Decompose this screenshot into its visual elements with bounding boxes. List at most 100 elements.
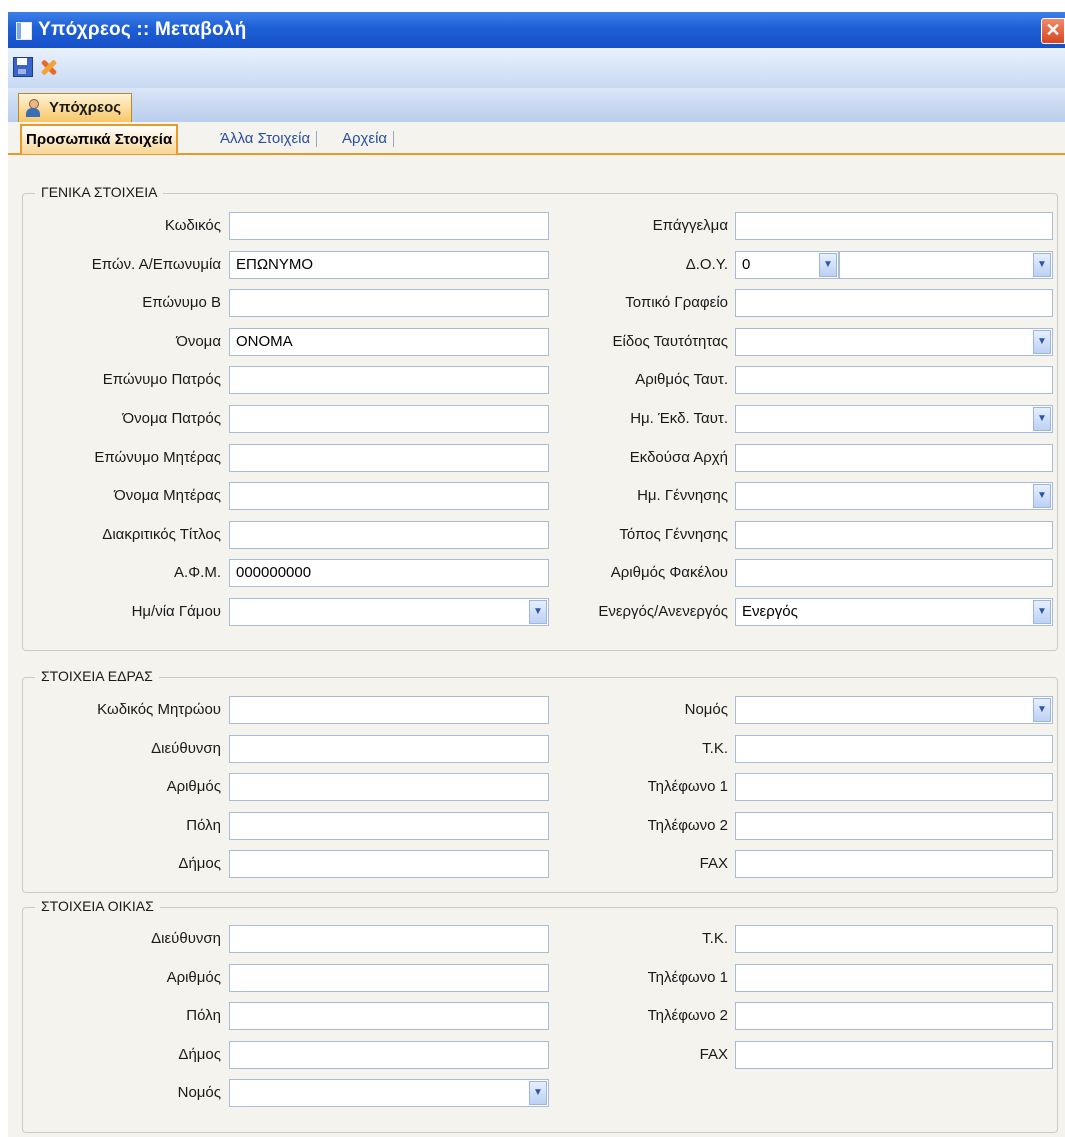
general-doy-code-select[interactable]: 0 ▼ [735, 250, 839, 279]
home-left-label-4: Νομός [177, 1084, 221, 1102]
general-right-label-5: Ημ. Έκδ. Ταυτ. [630, 410, 728, 427]
general-left-field-4[interactable] [229, 366, 549, 395]
home-right-field-3[interactable] [735, 1040, 1053, 1069]
general-right-field-0[interactable] [735, 212, 1053, 240]
home-left-label-2: Πόλη [186, 1007, 221, 1025]
home-right-label-0: Τ.Κ. [702, 930, 728, 947]
home-left-field-2[interactable] [229, 1002, 549, 1031]
seat-left-field-2[interactable] [229, 773, 549, 802]
home-left-field-3[interactable] [229, 1040, 549, 1069]
tab-other-info-label: Άλλα Στοιχεία [220, 130, 311, 147]
seat-right-field-1[interactable] [735, 734, 1053, 763]
general-doy-name-select[interactable]: ▼ [839, 250, 1053, 279]
tools-icon[interactable] [38, 56, 60, 78]
home-right-field-0[interactable] [735, 925, 1053, 953]
general-left-field-value-1: ΕΠΩΝΥΜΟ [236, 255, 314, 273]
general-right-label-8: Τόπος Γέννησης [619, 525, 728, 543]
general-right-field-7[interactable]: ▼ [735, 482, 1053, 511]
seat-right-label-1: Τ.Κ. [702, 739, 728, 757]
general-left-label-5: Όνομα Πατρός [122, 410, 221, 427]
general-right-field-9[interactable] [735, 559, 1053, 588]
general-left-field-9[interactable]: 000000000 [229, 559, 549, 588]
general-left-field-0[interactable] [229, 212, 549, 240]
general-left-field-10[interactable]: ▼ [229, 598, 549, 626]
tab-files[interactable]: Αρχεία [338, 126, 398, 152]
general-left-field-7[interactable] [229, 482, 549, 511]
home-right-field-1[interactable] [735, 963, 1053, 992]
general-right-label-0: Επάγγελμα [652, 217, 728, 234]
tab-entity[interactable]: Υπόχρεος [18, 93, 133, 122]
seat-right-field-3[interactable] [735, 811, 1053, 840]
general-left-field-1[interactable]: ΕΠΩΝΥΜΟ [229, 250, 549, 279]
general-left-field-value-9: 000000000 [236, 564, 312, 582]
general-left-field-8[interactable] [229, 520, 549, 549]
home-left-field-0[interactable] [229, 925, 549, 953]
seat-left-field-0[interactable] [229, 696, 549, 724]
subtab-bar: Προσωπικά Στοιχεία Άλλα Στοιχεία Αρχεία [8, 122, 1065, 155]
seat-right-field-2[interactable] [735, 773, 1053, 802]
general-right-field-value-10: Ενεργός [742, 603, 798, 620]
seat-left-label-0: Κωδικός Μητρώου [97, 701, 221, 718]
seat-right-label-3: Τηλέφωνο 2 [647, 816, 728, 834]
general-left-field-3[interactable]: ΟΝΟΜΑ [229, 327, 549, 356]
general-right-field-8[interactable] [735, 520, 1053, 549]
general-left-field-6[interactable] [229, 443, 549, 472]
general-left-field-5[interactable] [229, 405, 549, 433]
tab-other-info[interactable]: Άλλα Στοιχεία [216, 126, 321, 152]
seat-left-field-4[interactable] [229, 850, 549, 879]
general-right-label-4: Αριθμός Ταυτ. [635, 371, 728, 389]
home-left-field-4[interactable]: ▼ [229, 1079, 549, 1108]
seat-right-field-4[interactable] [735, 850, 1053, 879]
close-icon: ✕ [1045, 20, 1061, 40]
window-icon [16, 22, 32, 40]
home-right-field-2[interactable] [735, 1002, 1053, 1031]
home-left-dropdown-4[interactable]: ▼ [529, 1081, 547, 1106]
general-right-field-6[interactable] [735, 443, 1053, 472]
entity-tab-bar: Υπόχρεος [8, 88, 1065, 123]
home-right-label-1: Τηλέφωνο 1 [647, 968, 728, 986]
seat-info-title: ΣΤΟΙΧΕΙΑ ΕΔΡΑΣ [35, 668, 159, 684]
general-right-field-5[interactable]: ▼ [735, 405, 1053, 433]
seat-right-label-2: Τηλέφωνο 1 [647, 778, 728, 796]
general-right-field-10[interactable]: Ενεργός ▼ [735, 598, 1053, 626]
general-right-field-3[interactable]: ▼ [735, 327, 1053, 356]
seat-left-label-1: Διεύθυνση [151, 739, 221, 757]
home-info-group: ΣΤΟΙΧΕΙΑ ΟΙΚΙΑΣ Διεύθυνση Αριθμός Πόλη Δήμο… [22, 898, 1058, 1133]
seat-right-field-0[interactable]: ▼ [735, 696, 1053, 724]
general-right-dropdown-7[interactable]: ▼ [1033, 484, 1051, 509]
general-right-dropdown-3[interactable]: ▼ [1033, 329, 1051, 354]
save-icon[interactable] [12, 56, 34, 78]
general-left-dropdown-10[interactable]: ▼ [529, 600, 547, 624]
general-left-label-10: Ημ/νία Γάμου [131, 603, 221, 620]
general-right-field-4[interactable] [735, 366, 1053, 395]
tab-personal-info-label: Προσωπικά Στοιχεία [26, 131, 173, 148]
close-button[interactable]: ✕ [1041, 18, 1065, 44]
general-left-label-1: Επών. Α/Επωνυμία [91, 255, 221, 273]
seat-right-dropdown-0[interactable]: ▼ [1033, 698, 1051, 722]
general-left-label-8: Διακριτικός Τίτλος [102, 525, 221, 543]
home-left-field-1[interactable] [229, 963, 549, 992]
seat-left-label-4: Δήμος [178, 855, 221, 873]
seat-left-field-3[interactable] [229, 811, 549, 840]
title-bar: Υπόχρεος :: Μεταβολή ✕ [8, 12, 1065, 48]
tab-personal-info[interactable]: Προσωπικά Στοιχεία [20, 124, 179, 154]
dialog-window: Υπόχρεος :: Μεταβολή ✕ Υπόχρεος Προσωπικ… [8, 12, 1065, 1137]
window-title: Υπόχρεος :: Μεταβολή [38, 19, 247, 40]
general-doy-code-dropdown[interactable]: ▼ [819, 252, 837, 277]
person-icon [25, 99, 41, 117]
general-right-label-10: Ενεργός/Ανενεργός [598, 603, 728, 620]
general-right-dropdown-10[interactable]: ▼ [1033, 600, 1051, 624]
general-left-label-7: Όνομα Μητέρας [114, 487, 221, 505]
general-doy-name-dropdown[interactable]: ▼ [1033, 252, 1051, 277]
seat-left-label-3: Πόλη [186, 816, 221, 834]
general-right-field-2[interactable] [735, 289, 1053, 318]
home-left-label-1: Αριθμός [166, 968, 221, 986]
seat-left-label-2: Αριθμός [166, 778, 221, 796]
home-info-title: ΣΤΟΙΧΕΙΑ ΟΙΚΙΑΣ [35, 898, 160, 914]
general-right-label-9: Αριθμός Φακέλου [610, 564, 728, 582]
seat-left-field-1[interactable] [229, 734, 549, 763]
general-right-dropdown-5[interactable]: ▼ [1033, 407, 1051, 431]
toolbar [8, 48, 1065, 89]
general-left-field-2[interactable] [229, 289, 549, 318]
general-doy-code-value: 0 [742, 255, 751, 273]
